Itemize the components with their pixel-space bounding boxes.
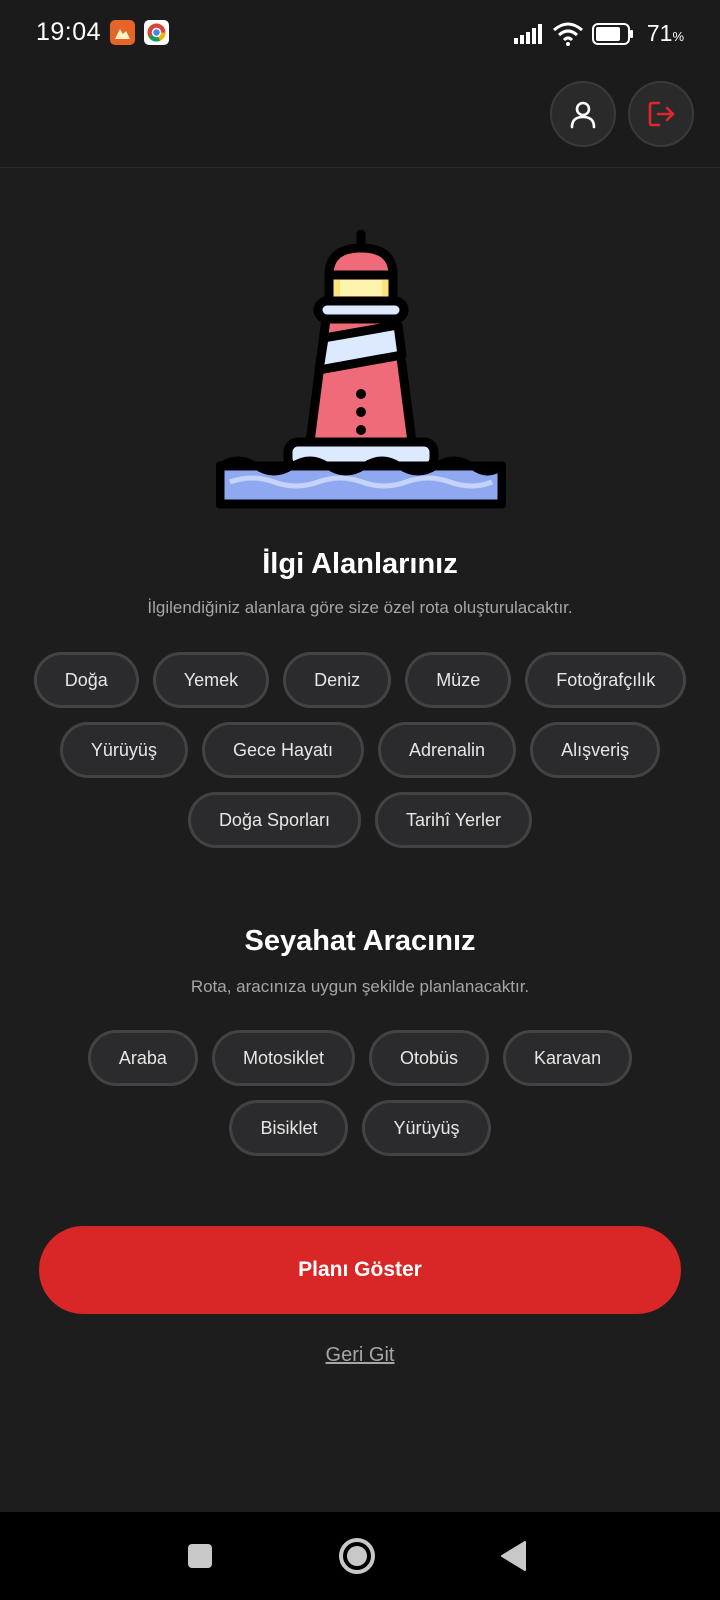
status-icons: 71%	[514, 20, 684, 48]
gallery-notification-icon	[110, 20, 135, 45]
home-icon	[339, 1538, 375, 1574]
system-nav-bar	[0, 1512, 720, 1600]
profile-button[interactable]	[550, 81, 616, 147]
interest-chip-deniz[interactable]: Deniz	[283, 652, 392, 708]
recents-button[interactable]	[176, 1532, 224, 1580]
lighthouse-illustration	[216, 230, 506, 509]
interests-row-3: Doğa Sporları Tarihî Yerler	[0, 792, 720, 848]
interest-chip-adrenalin[interactable]: Adrenalin	[378, 722, 517, 778]
interest-chip-yuruyus[interactable]: Yürüyüş	[59, 722, 188, 778]
show-plan-button[interactable]: Planı Göster	[39, 1226, 681, 1314]
user-icon	[570, 101, 596, 129]
interests-subtitle: İlgilendiğiniz alanlara göre size özel r…	[147, 598, 573, 617]
home-button[interactable]	[333, 1532, 381, 1580]
vehicle-subtitle: Rota, aracınıza uygun şekilde planlanaca…	[190, 977, 530, 996]
battery-percent: 71%	[646, 20, 684, 46]
interest-chip-doga[interactable]: Doğa	[33, 652, 139, 708]
vehicle-title: Seyahat Aracınız	[244, 925, 476, 957]
interest-chip-yemek[interactable]: Yemek	[152, 652, 270, 708]
back-icon	[501, 1541, 526, 1571]
vehicle-row-2: Bisiklet Yürüyüş	[0, 1100, 720, 1156]
back-button[interactable]	[489, 1532, 537, 1580]
vehicle-chip-bisiklet[interactable]: Bisiklet	[229, 1100, 349, 1156]
vehicle-chip-yuruyus[interactable]: Yürüyüş	[362, 1100, 491, 1156]
interests-row-2: Yürüyüş Gece Hayatı Adrenalin Alışveriş	[0, 722, 720, 778]
recents-icon	[188, 1544, 212, 1568]
vehicle-chip-motosiklet[interactable]: Motosiklet	[211, 1030, 355, 1086]
signal-icon	[514, 24, 542, 44]
interest-chip-doga-sporlari[interactable]: Doğa Sporları	[187, 792, 361, 848]
interest-chip-gece-hayati[interactable]: Gece Hayatı	[201, 722, 364, 778]
interest-chip-alisveris[interactable]: Alışveriş	[530, 722, 661, 778]
interest-chip-tarihi-yerler[interactable]: Tarihî Yerler	[375, 792, 533, 848]
chrome-notification-icon	[144, 20, 169, 45]
battery-icon	[592, 23, 633, 45]
interest-chip-fotografcilik[interactable]: Fotoğrafçılık	[525, 652, 687, 708]
interests-title: İlgi Alanlarınız	[262, 548, 458, 580]
vehicle-chip-karavan[interactable]: Karavan	[503, 1030, 633, 1086]
status-bar: 19:04 71%	[0, 0, 720, 66]
wifi-icon	[553, 22, 583, 46]
interests-row-1: Doğa Yemek Deniz Müze Fotoğrafçılık	[0, 652, 720, 708]
logout-icon	[648, 101, 675, 127]
vehicle-chip-otobus[interactable]: Otobüs	[368, 1030, 490, 1086]
go-back-link[interactable]: Geri Git	[0, 1344, 720, 1367]
top-bar	[0, 66, 720, 168]
vehicle-chip-araba[interactable]: Araba	[87, 1030, 198, 1086]
status-time: 19:04	[36, 18, 102, 46]
logout-button[interactable]	[628, 81, 694, 147]
vehicle-row-1: Araba Motosiklet Otobüs Karavan	[0, 1030, 720, 1086]
interest-chip-muze[interactable]: Müze	[405, 652, 512, 708]
